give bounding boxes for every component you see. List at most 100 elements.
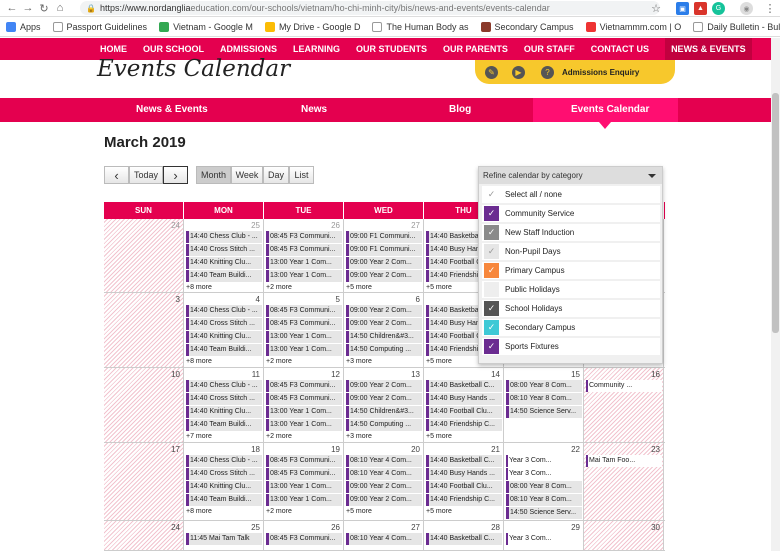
prev-button[interactable]: ‹ [104, 166, 129, 184]
calendar-event[interactable]: 09:00 F1 Communi... [346, 244, 422, 256]
day-cell[interactable]: 24 [104, 219, 184, 292]
nav-admissions[interactable]: ADMISSIONS [220, 44, 277, 54]
day-number[interactable]: 3 [176, 295, 180, 304]
more-events-link[interactable]: +7 more [184, 432, 263, 442]
subnav-blog[interactable]: Blog [449, 104, 471, 115]
day-number[interactable]: 25 [251, 221, 260, 230]
day-number[interactable]: 29 [571, 523, 580, 532]
calendar-event[interactable]: 14:40 Cross Stitch ... [186, 468, 262, 480]
calendar-event[interactable]: 13:00 Year 1 Com... [266, 270, 342, 282]
category-swatch-checkbox[interactable]: ✓ [484, 339, 499, 354]
day-number[interactable]: 12 [331, 370, 340, 379]
calendar-event[interactable]: 08:45 F3 Communi... [266, 533, 342, 545]
next-button[interactable]: › [163, 166, 188, 184]
calendar-event[interactable]: Year 3 Com... [506, 533, 582, 545]
calendar-event[interactable]: 08:45 F3 Communi... [266, 244, 342, 256]
category-option[interactable]: ✓ Primary Campus [482, 262, 660, 279]
calendar-event[interactable]: 14:40 Team Buildi... [186, 270, 262, 282]
nav-learning[interactable]: LEARNING [293, 44, 340, 54]
nav-our-school[interactable]: OUR SCHOOL [143, 44, 204, 54]
bookmark-vietnammm[interactable]: Vietnammm.com | O [585, 21, 681, 32]
nav-contact-us[interactable]: CONTACT US [591, 44, 649, 54]
calendar-event[interactable]: 13:00 Year 1 Com... [266, 494, 342, 506]
category-swatch-checkbox[interactable]: ✓ [484, 244, 499, 259]
calendar-event[interactable]: 09:00 Year 2 Com... [346, 494, 422, 506]
calendar-event[interactable]: 13:00 Year 1 Com... [266, 481, 342, 493]
day-number[interactable]: 20 [411, 445, 420, 454]
day-number[interactable]: 10 [171, 370, 180, 379]
today-button[interactable]: Today [129, 166, 163, 184]
subnav-news[interactable]: News [301, 104, 327, 115]
calendar-event[interactable]: 08:00 Year 8 Com... [506, 481, 582, 493]
calendar-event[interactable]: 08:45 F3 Communi... [266, 305, 342, 317]
subnav-events-calendar[interactable]: Events Calendar [571, 104, 649, 115]
edit-icon[interactable]: ✎ [485, 65, 498, 79]
day-cell[interactable]: 24 [104, 521, 184, 550]
calendar-event[interactable]: 14:40 Basketball C... [426, 533, 502, 545]
day-number[interactable]: 15 [571, 370, 580, 379]
reload-icon[interactable]: ↻ [36, 0, 52, 16]
day-cell[interactable]: 19 08:45 F3 Communi... 08:45 F3 Communi...… [264, 443, 344, 520]
category-filter-title[interactable]: Refine calendar by category [479, 167, 662, 184]
calendar-event[interactable]: 08:10 Year 4 Com... [346, 533, 422, 545]
calendar-event[interactable]: 14:40 Team Buildi... [186, 344, 262, 356]
calendar-event[interactable]: 14:40 Cross Stitch ... [186, 244, 262, 256]
category-option[interactable]: ✓ New Staff Induction [482, 224, 660, 241]
day-cell[interactable]: 29 Year 3 Com... [504, 521, 584, 550]
day-cell[interactable]: 17 [104, 443, 184, 520]
calendar-event[interactable]: 14:40 Friendship C... [426, 494, 502, 506]
category-swatch-checkbox[interactable] [484, 282, 499, 297]
calendar-event[interactable]: 08:45 F3 Communi... [266, 455, 342, 467]
day-number[interactable]: 28 [491, 523, 500, 532]
more-events-link[interactable]: +8 more [184, 283, 263, 292]
nav-home[interactable]: HOME [100, 44, 127, 54]
calendar-event[interactable]: 14:50 Children&#3... [346, 406, 422, 418]
calendar-event[interactable]: 08:00 Year 8 Com... [506, 380, 582, 392]
more-events-link[interactable]: +3 more [344, 432, 423, 442]
day-number[interactable]: 27 [411, 221, 420, 230]
nav-our-staff[interactable]: OUR STAFF [524, 44, 575, 54]
star-icon[interactable]: ☆ [648, 0, 664, 16]
nav-our-parents[interactable]: OUR PARENTS [443, 44, 508, 54]
bookmark-my-drive[interactable]: My Drive - Google D [264, 21, 360, 32]
home-icon[interactable]: ⌂ [52, 0, 68, 16]
bookmark-apps[interactable]: Apps [6, 21, 41, 32]
bookmark-vietnam-maps[interactable]: Vietnam - Google M [159, 21, 253, 32]
calendar-event[interactable]: 14:40 Cross Stitch ... [186, 318, 262, 330]
category-option[interactable]: ✓ Select all / none [482, 186, 660, 203]
calendar-event[interactable]: 09:00 F1 Communi... [346, 231, 422, 243]
calendar-event[interactable]: 13:00 Year 1 Com... [266, 257, 342, 269]
calendar-event[interactable]: 14:40 Chess Club - ... [186, 305, 262, 317]
back-icon[interactable]: ← [4, 0, 20, 16]
day-number[interactable]: 23 [651, 445, 660, 454]
more-events-link[interactable]: +2 more [264, 507, 343, 517]
more-events-link[interactable]: +5 more [344, 283, 423, 292]
calendar-event[interactable]: Year 3 Com... [506, 468, 582, 480]
category-swatch-checkbox[interactable]: ✓ [484, 263, 499, 278]
nav-news-events[interactable]: NEWS & EVENTS [665, 38, 752, 60]
day-number[interactable]: 19 [331, 445, 340, 454]
day-number[interactable]: 6 [416, 295, 420, 304]
more-events-link[interactable]: +2 more [264, 432, 343, 442]
category-option[interactable]: ✓ Secondary Campus [482, 319, 660, 336]
calendar-event[interactable]: 14:40 Knitting Clu... [186, 257, 262, 269]
page-scrollbar[interactable] [771, 38, 780, 551]
day-cell[interactable]: 23 Mai Tam Foo... [584, 443, 664, 520]
calendar-event[interactable]: 08:45 F3 Communi... [266, 318, 342, 330]
admissions-enquiry-link[interactable]: Admissions Enquiry [562, 68, 639, 77]
extension-badge-icon[interactable]: ▲ [694, 2, 707, 15]
calendar-event[interactable]: 14:40 Basketball C... [426, 455, 502, 467]
day-number[interactable]: 27 [411, 523, 420, 532]
day-number[interactable]: 24 [171, 221, 180, 230]
day-number[interactable]: 30 [651, 523, 660, 532]
more-events-link[interactable]: +3 more [344, 357, 423, 367]
day-cell[interactable]: 10 [104, 368, 184, 442]
category-swatch-checkbox[interactable]: ✓ [484, 320, 499, 335]
calendar-event[interactable]: 14:50 Science Serv... [506, 406, 582, 418]
day-cell[interactable]: 15 08:00 Year 8 Com... 08:10 Year 8 Com...… [504, 368, 584, 442]
list-view-button[interactable]: List [289, 166, 314, 184]
calendar-event[interactable]: 14:40 Chess Club - ... [186, 455, 262, 467]
category-option[interactable]: Public Holidays [482, 281, 660, 298]
calendar-event[interactable]: 09:00 Year 2 Com... [346, 270, 422, 282]
week-view-button[interactable]: Week [231, 166, 263, 184]
